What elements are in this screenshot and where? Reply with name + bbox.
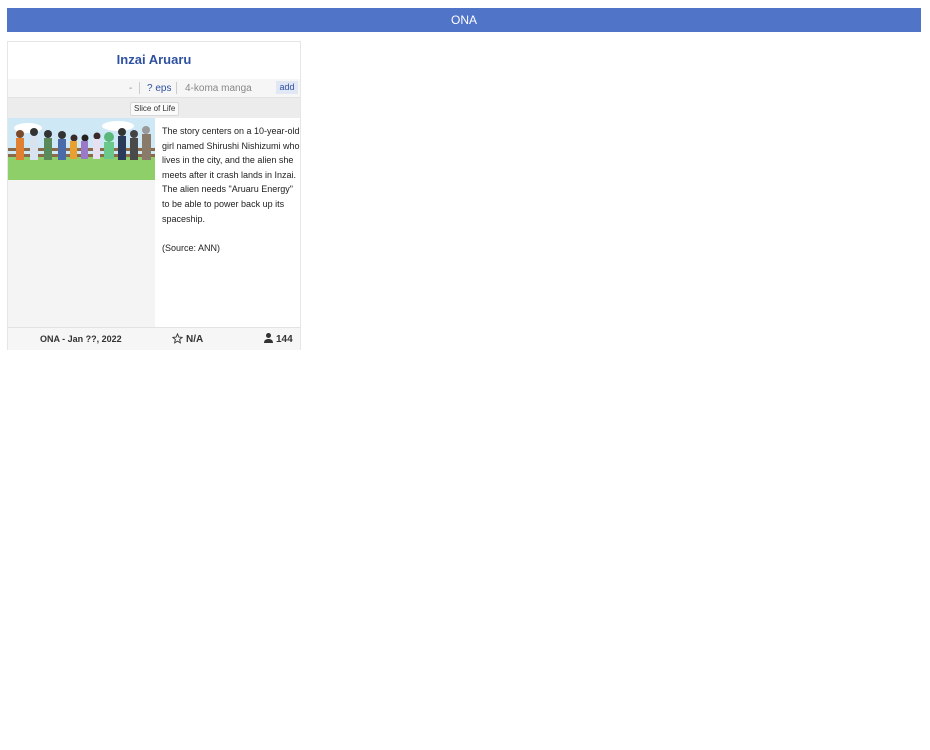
anime-card: Inzai Aruaru - ? eps 4-koma manga add Sl…	[7, 41, 301, 350]
divider	[139, 82, 140, 94]
add-to-list-button[interactable]: add	[276, 81, 298, 94]
score: N/A	[171, 332, 204, 345]
synopsis-text: The story centers on a 10-year-old girl …	[162, 126, 300, 224]
star-outline-icon	[171, 332, 184, 344]
episodes-text: ? eps	[147, 83, 172, 94]
synopsis: The story centers on a 10-year-old girl …	[162, 124, 300, 270]
section-header-ona: ONA	[7, 8, 921, 32]
anime-cover-image[interactable]	[8, 118, 155, 180]
members-count: 144	[276, 334, 293, 345]
score-value: N/A	[186, 334, 204, 345]
synopsis-source: (Source: ANN)	[162, 242, 221, 253]
anime-title-link[interactable]: Inzai Aruaru	[8, 52, 300, 67]
divider	[176, 82, 177, 94]
card-footer: ONA - Jan ??, 2022 N/A 144	[8, 327, 300, 350]
studio-text[interactable]: -	[129, 83, 132, 94]
genre-row: Slice of Life	[8, 97, 300, 118]
members: 144	[264, 333, 293, 345]
anime-image-column	[8, 118, 155, 327]
type-date-info: ONA - Jan ??, 2022	[40, 334, 122, 344]
genre-tag[interactable]: Slice of Life	[130, 102, 180, 116]
meta-row: - ? eps 4-koma manga add	[8, 79, 300, 97]
user-icon	[264, 333, 273, 343]
source-text: 4-koma manga	[185, 83, 252, 94]
